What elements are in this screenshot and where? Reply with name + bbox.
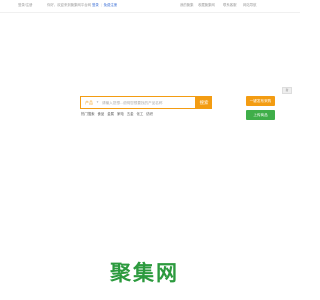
hot-search-link[interactable]: 家电 — [117, 112, 124, 116]
login-register-link[interactable]: 登录/注册 — [18, 3, 33, 7]
hot-searches-label: 热门搜索 — [81, 112, 95, 116]
search-box: 产品 ▼ — [80, 96, 196, 109]
hot-searches: 热门搜索 食品 金属 家电 五金 化工 纺织 — [81, 111, 155, 116]
side-badge: 新 — [282, 87, 292, 94]
search-bar: 产品 ▼ 搜索 — [80, 96, 212, 109]
separator: | — [100, 3, 102, 7]
search-category-select[interactable]: 产品 — [82, 99, 96, 106]
search-input[interactable] — [102, 98, 192, 107]
post-purchase-button[interactable]: 一键发布采购 — [246, 96, 275, 106]
login-link[interactable]: 登录 — [92, 3, 99, 7]
hot-search-link[interactable]: 五金 — [127, 112, 134, 116]
topbar-link-1: 收藏聚集网 — [198, 3, 215, 7]
hot-search-link[interactable]: 金属 — [107, 112, 114, 116]
topbar-right-link[interactable]: 我的聚集 — [180, 3, 194, 7]
register-link[interactable]: 免费注册 — [104, 3, 118, 7]
hot-search-link[interactable]: 食品 — [98, 112, 105, 116]
top-bar: 登录/注册 你好，欢迎来到聚集网平台网 登录 | 免费注册 我的聚集 收藏聚集网… — [0, 0, 300, 13]
topbar-welcome: 你好，欢迎来到聚集网平台网 登录 | 免费注册 — [47, 3, 117, 7]
search-button[interactable]: 搜索 — [196, 96, 212, 109]
welcome-text: 你好，欢迎来到聚集网平台网 — [47, 3, 92, 7]
chevron-down-icon: ▼ — [96, 100, 99, 104]
topbar-right-link[interactable]: 联系客服 — [223, 3, 237, 7]
topbar-link-2: 联系客服 — [223, 3, 237, 7]
publish-product-button[interactable]: 上传商品 — [246, 110, 275, 120]
topbar-right-link[interactable]: 收藏聚集网 — [198, 3, 215, 7]
topbar-link-0: 我的聚集 — [180, 3, 194, 7]
hot-search-link[interactable]: 纺织 — [146, 112, 153, 116]
topbar-left: 登录/注册 — [18, 3, 33, 7]
topbar-right-link[interactable]: 网站导航 — [243, 3, 257, 7]
topbar-link-3: 网站导航 — [243, 3, 257, 7]
hot-search-link[interactable]: 化工 — [136, 112, 143, 116]
site-logo: 聚集网 — [110, 261, 179, 285]
